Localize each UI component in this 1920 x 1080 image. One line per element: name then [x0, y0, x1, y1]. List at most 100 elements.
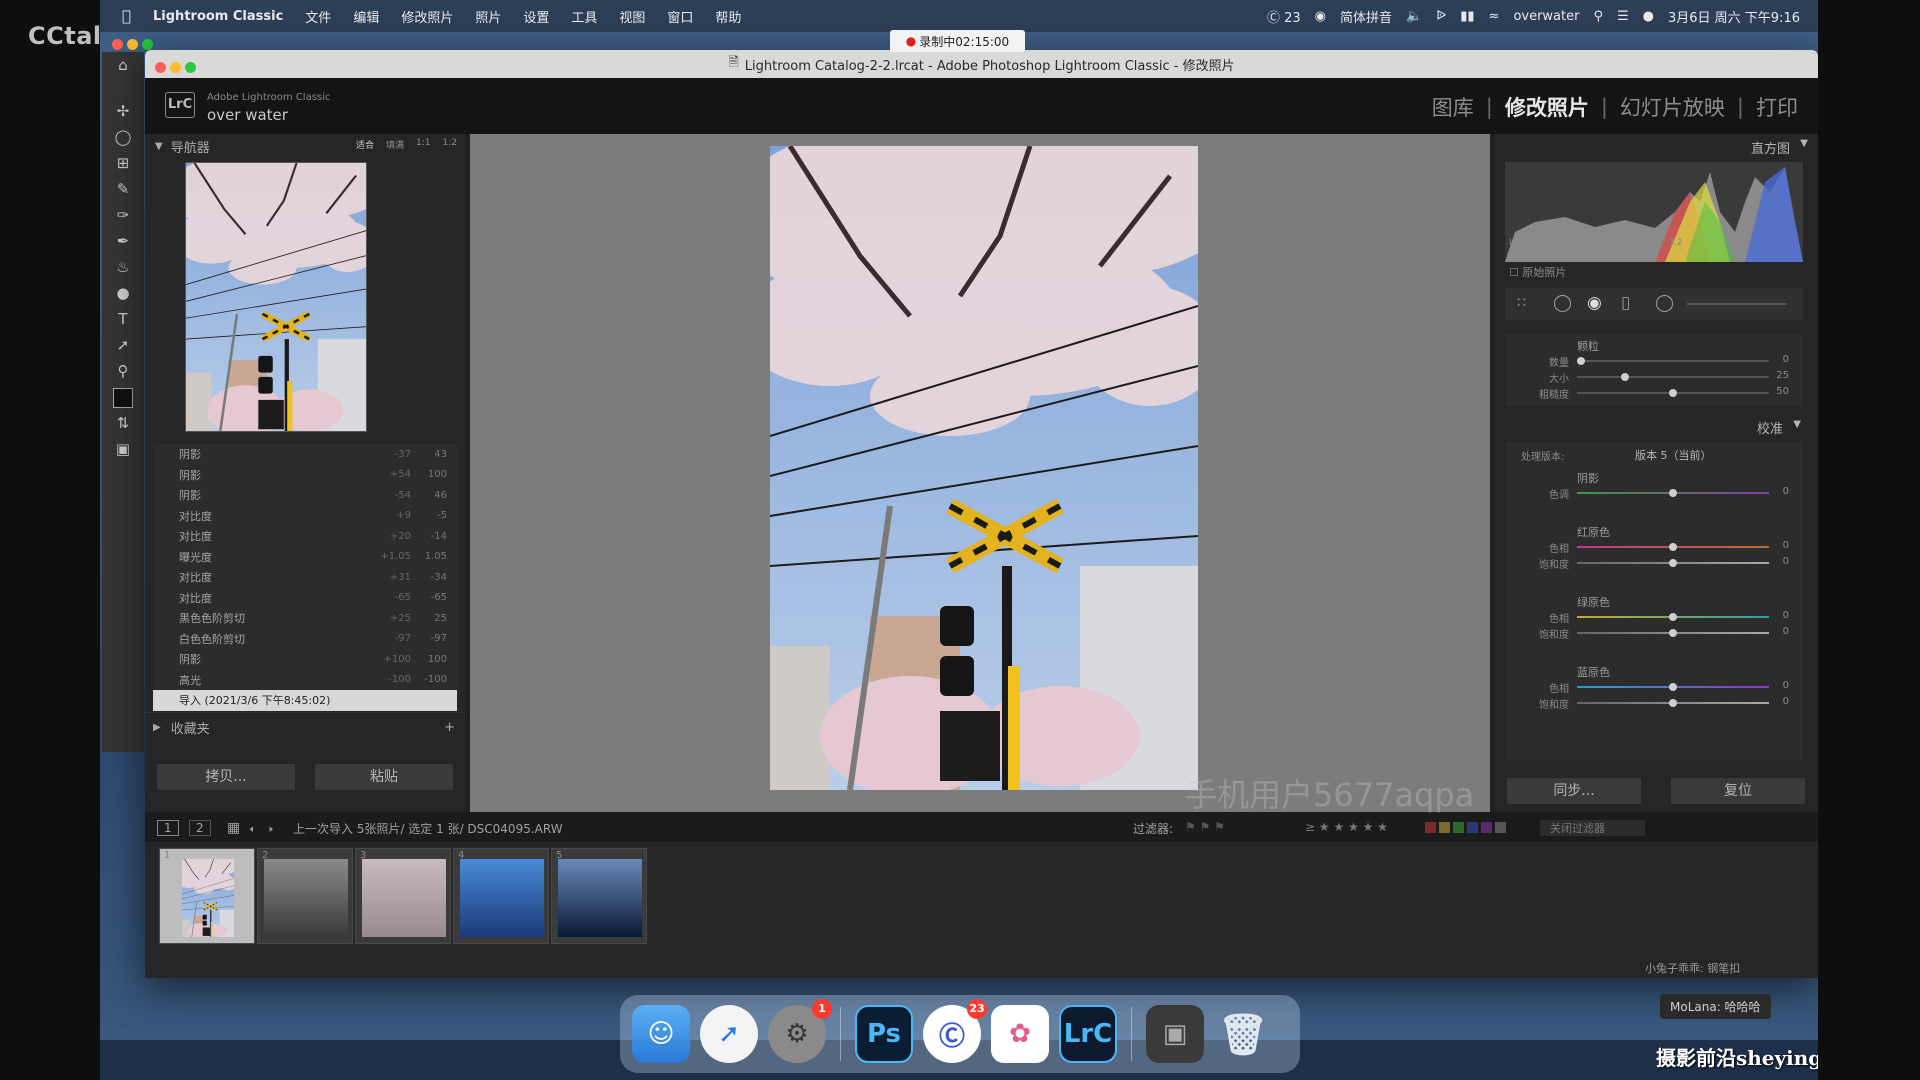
- slider-value[interactable]: 0: [1783, 696, 1789, 707]
- second-window-toggle[interactable]: 2: [189, 820, 211, 836]
- swap-colors-icon[interactable]: ⇅: [102, 410, 144, 436]
- red-eye-icon[interactable]: ◉: [1587, 293, 1602, 313]
- menu-photo[interactable]: 照片: [475, 7, 501, 26]
- siri-icon[interactable]: ●: [1643, 9, 1654, 24]
- move-tool-icon[interactable]: ✢: [102, 98, 144, 124]
- process-version-select[interactable]: 版本 5（当前）: [1635, 447, 1712, 463]
- zoom-fill[interactable]: 填满: [386, 138, 404, 151]
- slider-knob[interactable]: [1669, 389, 1677, 397]
- home-icon[interactable]: ⌂: [102, 52, 144, 78]
- collections-header[interactable]: ▶ 收藏夹 +: [145, 712, 465, 742]
- cc-close[interactable]: [112, 39, 123, 50]
- history-step[interactable]: 白色色阶剪切 -97 -97: [153, 629, 457, 650]
- filmstrip-thumbnail[interactable]: 3: [355, 848, 451, 944]
- history-step[interactable]: 阴影 -37 43: [153, 444, 457, 465]
- brush-tool-icon[interactable]: ✑: [102, 202, 144, 228]
- menu-develop[interactable]: 修改照片: [401, 7, 453, 26]
- eyedropper-icon[interactable]: ✎: [102, 176, 144, 202]
- input-method[interactable]: 简体拼音: [1340, 7, 1392, 26]
- slider-knob[interactable]: [1669, 629, 1677, 637]
- slider-value[interactable]: 0: [1783, 486, 1789, 497]
- slider-knob[interactable]: [1669, 613, 1677, 621]
- back-arrow-icon[interactable]: 🢐: [249, 820, 254, 841]
- menu-app[interactable]: Lightroom Classic: [153, 9, 283, 24]
- slider-knob[interactable]: [1669, 489, 1677, 497]
- photos-icon[interactable]: ✿: [991, 1005, 1049, 1063]
- menu-file[interactable]: 文件: [305, 7, 331, 26]
- forward-arrow-icon[interactable]: 🢒: [269, 820, 274, 841]
- volume-icon[interactable]: 🔈: [1406, 9, 1422, 24]
- system-preferences-icon[interactable]: ⚙ 1: [768, 999, 832, 1063]
- quick-mask-icon[interactable]: ▣: [102, 436, 144, 462]
- star-filter-icons[interactable]: ≥ ★ ★ ★ ★ ★: [1305, 820, 1388, 834]
- module-print[interactable]: 打印: [1756, 92, 1798, 122]
- safari-icon[interactable]: ➚: [700, 1005, 758, 1063]
- slider-value[interactable]: 50: [1776, 386, 1789, 397]
- history-step[interactable]: 对比度 -65 -65: [153, 588, 457, 609]
- spot-removal-icon[interactable]: ◯: [1553, 293, 1572, 313]
- type-tool-icon[interactable]: T: [102, 306, 144, 332]
- menu-window[interactable]: 窗口: [667, 7, 693, 26]
- graduated-filter-icon[interactable]: ▯: [1621, 293, 1630, 313]
- cc-minimize[interactable]: [127, 39, 138, 50]
- module-develop[interactable]: 修改照片: [1505, 92, 1589, 122]
- minimize-button[interactable]: [170, 62, 181, 73]
- cctalk-icon[interactable]: Ⓒ 23: [923, 999, 987, 1063]
- screen-recording-icon[interactable]: ▣: [1146, 1005, 1204, 1063]
- zoom-1-2[interactable]: 1:2: [443, 138, 457, 151]
- radial-filter-icon[interactable]: ◯: [1655, 293, 1674, 313]
- history-step[interactable]: 对比度 +31 -34: [153, 567, 457, 588]
- main-window-toggle[interactable]: 1: [157, 820, 179, 836]
- slider-knob[interactable]: [1621, 373, 1629, 381]
- slider-knob[interactable]: [1669, 559, 1677, 567]
- flag-filter-icons[interactable]: ⚑ ⚑ ⚑: [1185, 820, 1225, 834]
- path-tool-icon[interactable]: ➚: [102, 332, 144, 358]
- dodge-tool-icon[interactable]: ●: [102, 280, 144, 306]
- color-label-filters[interactable]: [1425, 822, 1506, 833]
- menu-settings[interactable]: 设置: [523, 7, 549, 26]
- copy-button[interactable]: 拷贝...: [157, 764, 295, 790]
- zoom-fit[interactable]: 适合: [356, 138, 374, 151]
- histogram-header[interactable]: 直方图 ▼: [1495, 134, 1818, 158]
- user-name[interactable]: overwater: [1513, 9, 1579, 24]
- brush-slider[interactable]: [1687, 303, 1787, 305]
- history-step[interactable]: 高光 -100 -100: [153, 670, 457, 691]
- datetime[interactable]: 3月6日 周六 下午9:16: [1668, 7, 1800, 26]
- control-center-icon[interactable]: ☰: [1617, 9, 1629, 24]
- stamp-tool-icon[interactable]: ✒: [102, 228, 144, 254]
- filmstrip-thumbnail[interactable]: 2: [257, 848, 353, 944]
- slider-value[interactable]: 0: [1783, 556, 1789, 567]
- photo-canvas[interactable]: [470, 134, 1490, 812]
- bluetooth-icon[interactable]: ᐉ: [1436, 9, 1446, 24]
- slider-knob[interactable]: [1669, 543, 1677, 551]
- crop-overlay-icon[interactable]: ∷: [1517, 295, 1526, 311]
- slider-value[interactable]: 25: [1776, 370, 1789, 381]
- slider-knob[interactable]: [1576, 357, 1585, 365]
- filmstrip-thumbnail[interactable]: 1: [159, 848, 255, 944]
- history-step[interactable]: 阴影 -54 46: [153, 485, 457, 506]
- collapse-triangle-icon[interactable]: ▼: [1800, 138, 1808, 149]
- collapse-triangle-icon[interactable]: ▼: [155, 141, 163, 152]
- slider-value[interactable]: 0: [1783, 610, 1789, 621]
- sync-button[interactable]: 同步...: [1507, 778, 1641, 804]
- slider-knob[interactable]: [1669, 699, 1677, 707]
- slider-track[interactable]: [1577, 376, 1769, 378]
- menu-edit[interactable]: 编辑: [353, 7, 379, 26]
- slider-value[interactable]: 0: [1783, 680, 1789, 691]
- crop-tool-icon[interactable]: ⊞: [102, 150, 144, 176]
- zoom-tool-icon[interactable]: ⚲: [102, 358, 144, 384]
- main-photo[interactable]: [770, 146, 1198, 790]
- zoom-1-1[interactable]: 1:1: [416, 138, 430, 151]
- record-icon[interactable]: ◉: [1315, 9, 1326, 24]
- apple-icon[interactable]: : [122, 7, 131, 25]
- filter-select[interactable]: 关闭过滤器: [1540, 820, 1645, 836]
- wifi-icon[interactable]: ≈: [1489, 9, 1500, 24]
- grid-view-icon[interactable]: ▦: [227, 820, 240, 836]
- history-step[interactable]: 黑色色阶剪切 +25 25: [153, 608, 457, 629]
- navigator-preview[interactable]: [185, 162, 367, 432]
- battery-icon[interactable]: ▮▮: [1460, 9, 1474, 24]
- menu-tools[interactable]: 工具: [571, 7, 597, 26]
- foreground-color-icon[interactable]: [102, 384, 144, 410]
- cctalk-status-icon[interactable]: Ⓒ 23: [1267, 7, 1301, 26]
- module-library[interactable]: 图库: [1432, 92, 1474, 122]
